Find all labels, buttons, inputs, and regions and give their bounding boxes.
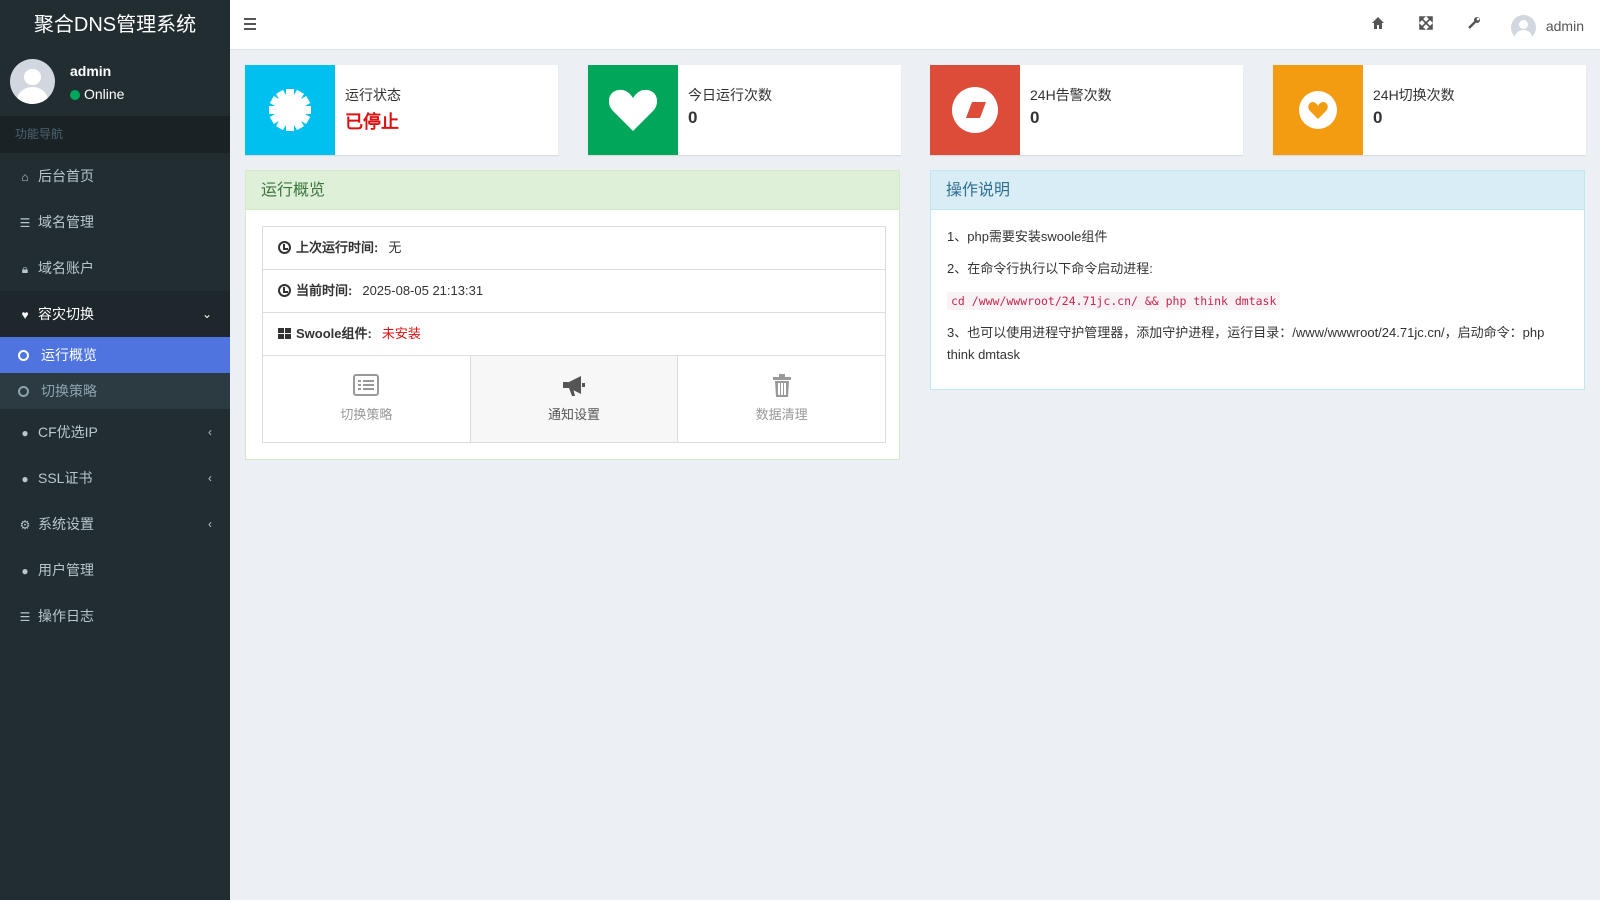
chevron-down-icon: ⌄ (201, 307, 212, 321)
cog-icon (245, 65, 335, 155)
fullscreen-icon[interactable] (1416, 15, 1436, 35)
stat-label: 24H切换次数 (1373, 87, 1455, 103)
lock-icon: 🔒︎ (21, 262, 29, 276)
sidebar-subitem-overview[interactable]: 运行概览 (0, 337, 230, 373)
notification-settings-button[interactable]: 通知设置 (470, 356, 679, 442)
list-alt-icon (263, 374, 470, 398)
home-icon[interactable] (1368, 15, 1388, 35)
wrench-icon[interactable] (1464, 15, 1484, 35)
swoole-status: 未安装 (381, 326, 421, 341)
last-run-row: 上次运行时间: 无 (263, 227, 885, 270)
last-run-value: 无 (388, 240, 402, 255)
chevron-left-icon: ‹ (208, 425, 212, 439)
chevron-left-icon: ‹ (208, 471, 212, 485)
avatar (10, 59, 55, 104)
sidebar-item-domain-accounts[interactable]: 🔒︎ 域名账户 (0, 245, 230, 291)
heartbeat-icon: ♥ (21, 308, 29, 322)
user-icon: ● (21, 564, 29, 578)
help-body: 1、php需要安装swoole组件 2、在命令行执行以下命令启动进程: cd /… (947, 226, 1567, 376)
swoole-row: Swoole组件: 未安装 (263, 313, 885, 356)
sidebar-toggle-icon[interactable] (244, 15, 258, 35)
sidebar-item-home[interactable]: ⌂ 后台首页 (0, 153, 230, 199)
overview-list: 上次运行时间: 无 当前时间: 2025-08-05 21:13:31 Swoole… (262, 226, 886, 443)
cogs-icon: ⚙ (19, 518, 31, 532)
stat-label: 24H告警次数 (1030, 87, 1112, 103)
online-dot-icon (70, 90, 80, 100)
top-header: admin (230, 0, 1600, 50)
stat-value: 0 (1373, 108, 1383, 127)
lock-circle-icon: ● (21, 472, 29, 486)
stat-value: 已停止 (345, 112, 399, 132)
clock-icon (278, 241, 291, 254)
clock-icon (278, 284, 291, 297)
sidebar-item-users[interactable]: ● 用户管理 (0, 547, 230, 593)
sidebar-subitem-strategy[interactable]: 切换策略 (0, 373, 230, 409)
current-time-row: 当前时间: 2025-08-05 21:13:31 (263, 270, 885, 313)
bullhorn-icon (471, 374, 678, 398)
sidebar-item-failover[interactable]: ♥ 容灾切换 ⌄ (0, 291, 230, 337)
circle-icon (18, 350, 29, 361)
list-icon: ☰ (19, 216, 31, 230)
chevron-left-icon: ‹ (208, 517, 212, 531)
sidebar: 聚合DNS管理系统 admin Online 功能导航 ⌂ 后台首页 ☰ 域名管理 … (0, 0, 230, 900)
help-line-2: 2、在命令行执行以下命令启动进程: (947, 261, 1153, 276)
user-panel: admin Online (0, 50, 230, 116)
stat-run-status: 运行状态 已停止 (245, 65, 558, 155)
header-user-menu[interactable]: admin (1510, 13, 1584, 40)
stat-switches-24h: 24H切换次数 0 (1273, 65, 1586, 155)
stat-label: 今日运行次数 (688, 87, 772, 103)
avatar (1510, 14, 1536, 40)
failover-submenu: 运行概览 切换策略 (0, 337, 230, 409)
stat-today-runs: 今日运行次数 0 (588, 65, 901, 155)
sidebar-item-domains[interactable]: ☰ 域名管理 (0, 199, 230, 245)
overview-box: 运行概览 上次运行时间: 无 当前时间: 2025-08-05 21:13:31 S… (245, 170, 900, 460)
sidebar-item-cf-ip[interactable]: ● CF优选IP ‹ (0, 409, 230, 455)
globe-icon: ● (21, 426, 29, 440)
sidebar-item-ssl[interactable]: ● SSL证书 ‹ (0, 455, 230, 501)
user-status: Online (70, 86, 124, 102)
app-logo[interactable]: 聚合DNS管理系统 (0, 0, 230, 50)
stat-label: 运行状态 (345, 87, 401, 103)
help-command: cd /www/wwwroot/24.71jc.cn/ && php think… (947, 292, 1281, 310)
heart-circle-icon (1273, 65, 1363, 155)
sidebar-item-logs[interactable]: ☰ 操作日志 (0, 593, 230, 639)
help-line-1: 1、php需要安装swoole组件 (947, 229, 1108, 244)
circle-icon (18, 386, 29, 397)
help-title: 操作说明 (931, 171, 1584, 210)
user-name: admin (70, 63, 112, 79)
list-icon: ☰ (19, 610, 31, 624)
sidebar-item-settings[interactable]: ⚙ 系统设置 ‹ (0, 501, 230, 547)
help-box: 操作说明 1、php需要安装swoole组件 2、在命令行执行以下命令启动进程:… (930, 170, 1585, 390)
help-line-3: 3、也可以使用进程守护管理器，添加守护进程，运行目录：/www/wwwroot/… (947, 325, 1545, 362)
stat-value: 0 (1030, 108, 1040, 127)
home-icon: ⌂ (21, 170, 29, 184)
nav-header: 功能导航 (0, 116, 230, 153)
th-large-icon (278, 328, 291, 339)
data-cleanup-button[interactable]: 数据清理 (678, 356, 885, 442)
current-time-value: 2025-08-05 21:13:31 (362, 283, 484, 298)
overview-title: 运行概览 (246, 171, 899, 210)
trash-icon (678, 374, 885, 398)
stat-value: 0 (688, 108, 698, 127)
stat-alerts-24h: 24H告警次数 0 (930, 65, 1243, 155)
eraser-icon (930, 65, 1020, 155)
heart-icon (588, 65, 678, 155)
switch-strategy-button[interactable]: 切换策略 (263, 356, 471, 442)
overview-actions: 切换策略 通知设置 数据清理 (263, 356, 885, 442)
